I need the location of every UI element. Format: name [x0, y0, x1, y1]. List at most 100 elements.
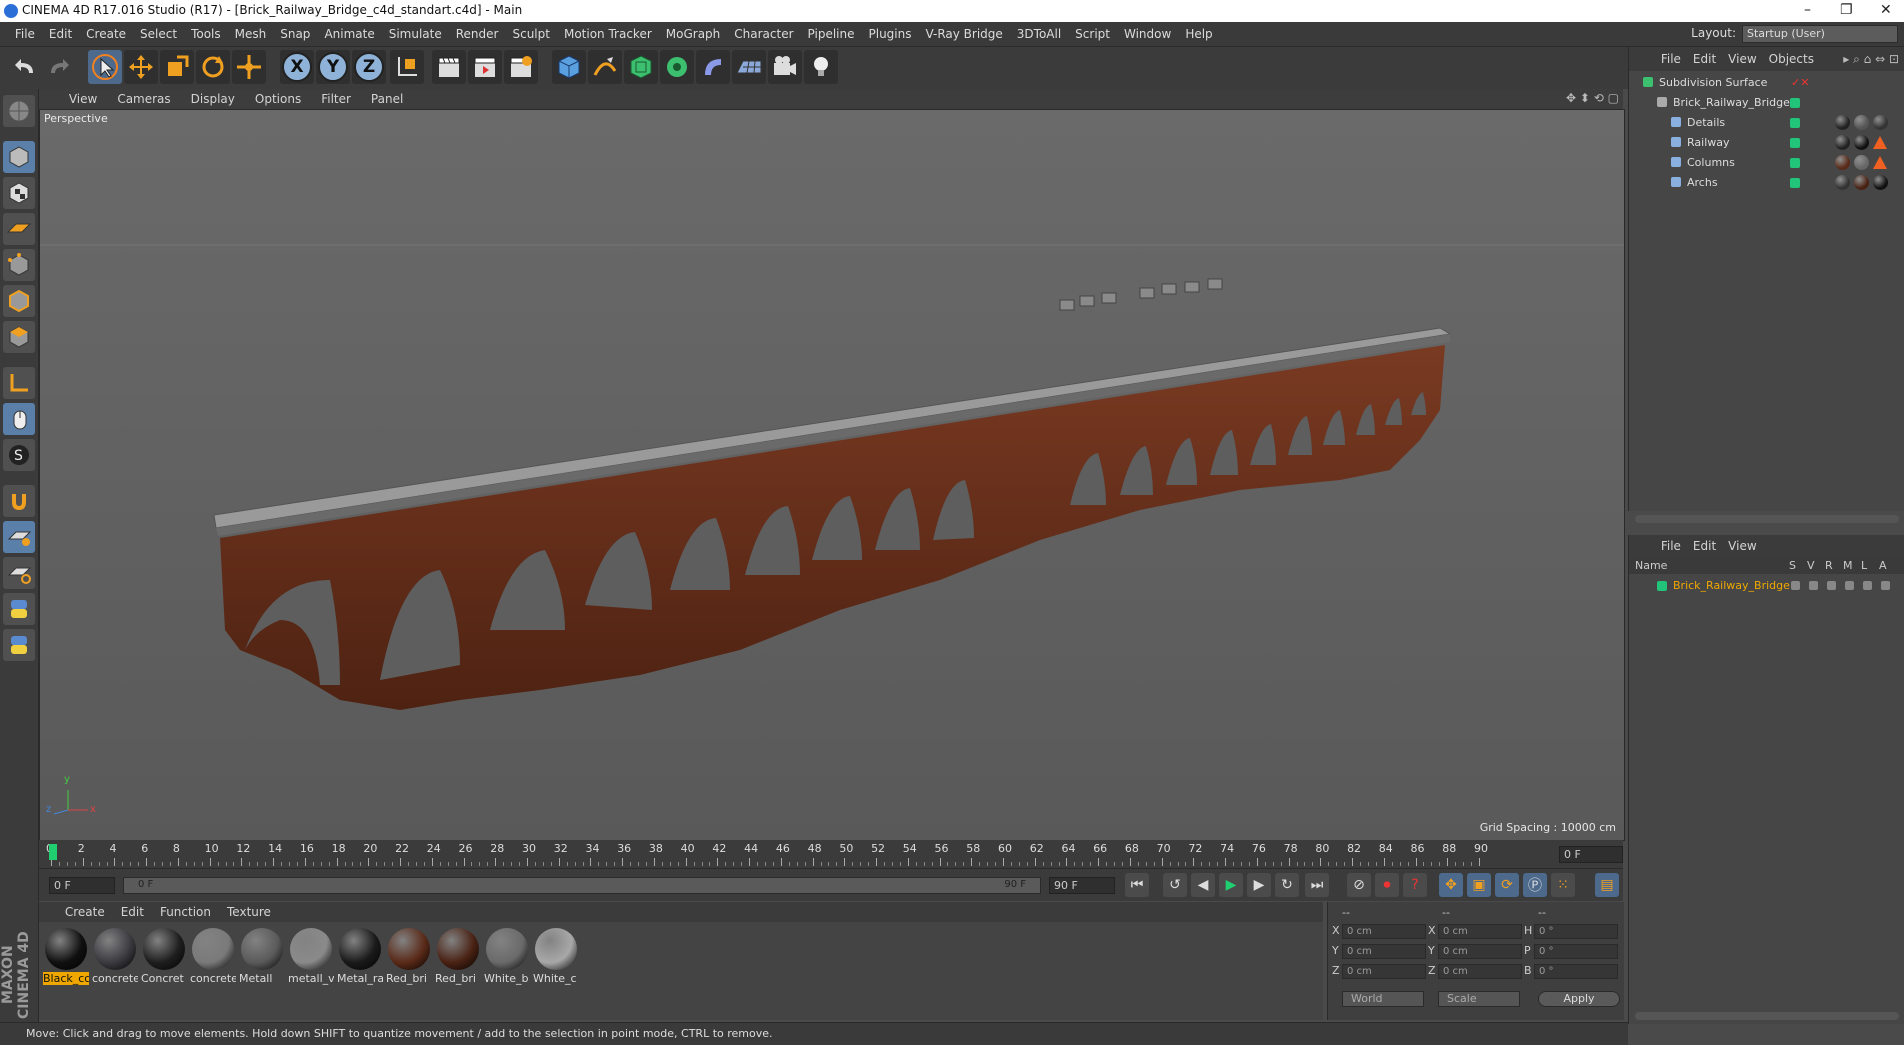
layer-toggle-icon[interactable] [1827, 581, 1836, 590]
material-swatch[interactable]: White_b [484, 926, 530, 986]
viewport-menu-display[interactable]: Display [181, 89, 245, 109]
layer-toggle-icon[interactable] [1809, 581, 1818, 590]
edges-mode-button[interactable] [3, 285, 35, 317]
material-swatch[interactable]: Metall [239, 926, 285, 986]
keyframe-selection-button[interactable]: ? [1403, 873, 1427, 897]
viewport-menu-view[interactable]: View [59, 89, 107, 109]
menu-script[interactable]: Script [1068, 22, 1117, 46]
key-pla-button[interactable]: ⁙ [1551, 873, 1575, 897]
menu-snap[interactable]: Snap [273, 22, 317, 46]
size-mode-dropdown[interactable]: Scale [1438, 991, 1520, 1007]
material-swatch[interactable]: Red_bri [435, 926, 481, 986]
next-frame-button[interactable]: ▶ [1247, 873, 1271, 897]
coord-pos-field[interactable]: 0 cm [1342, 964, 1426, 979]
perspective-viewport[interactable]: Perspective y z x Grid Spacing: 10000 c… [39, 109, 1625, 841]
layer-menu-view[interactable]: View [1722, 535, 1762, 557]
menu-tools[interactable]: Tools [184, 22, 228, 46]
x-axis-lock-button[interactable]: X [280, 50, 314, 84]
material-tag-icon[interactable] [1835, 155, 1850, 170]
object-visibility-icon[interactable] [1790, 138, 1800, 148]
viewport-menu-options[interactable]: Options [245, 89, 311, 109]
menu-edit[interactable]: Edit [42, 22, 79, 46]
menu-render[interactable]: Render [449, 22, 506, 46]
material-tag-icon[interactable] [1854, 115, 1869, 130]
y-axis-lock-button[interactable]: Y [316, 50, 350, 84]
menu-window[interactable]: Window [1117, 22, 1178, 46]
viewport-nav-icons[interactable]: ✥ ⬍ ⟲ ▢ [1566, 91, 1619, 105]
layer-toggle-icon[interactable] [1863, 581, 1872, 590]
timeline-window-button[interactable]: ▤ [1595, 873, 1619, 897]
menu-file[interactable]: File [8, 22, 42, 46]
object-menu-view[interactable]: View [1722, 47, 1762, 71]
move-tool-button[interactable] [124, 50, 158, 84]
preview-range-slider[interactable]: 0 F 90 F [123, 877, 1041, 894]
camera-button[interactable] [768, 50, 802, 84]
object-visibility-icon[interactable] [1790, 98, 1800, 108]
render-to-picture-viewer-button[interactable] [468, 50, 502, 84]
current-frame-field[interactable]: 0 F [1559, 846, 1623, 863]
subdivision-surface-button[interactable] [624, 50, 658, 84]
menu-help[interactable]: Help [1178, 22, 1219, 46]
z-axis-lock-button[interactable]: Z [352, 50, 386, 84]
material-swatch[interactable]: Red_bri [386, 926, 432, 986]
layer-row[interactable]: Brick_Railway_Bridge [1629, 576, 1904, 596]
object-visibility-icon[interactable] [1790, 158, 1800, 168]
menu-plugins[interactable]: Plugins [862, 22, 919, 46]
object-menu-edit[interactable]: Edit [1687, 47, 1722, 71]
object-row[interactable]: Subdivision Surface ✓✕ [1629, 73, 1904, 93]
rotate-tool-button[interactable] [196, 50, 230, 84]
coord-rot-field[interactable]: 0 ° [1534, 924, 1618, 939]
object-manager-tools-icons[interactable]: ▸ ⌕ ⌂ ⇔ ⊡ [1843, 47, 1899, 71]
previous-key-button[interactable]: ↺ [1163, 873, 1187, 897]
menu-animate[interactable]: Animate [317, 22, 381, 46]
material-menu-texture[interactable]: Texture [219, 902, 279, 922]
grid-snap-button[interactable] [3, 521, 35, 553]
material-swatch[interactable]: metall_v [288, 926, 334, 986]
apply-button[interactable]: Apply [1538, 991, 1620, 1007]
next-key-button[interactable]: ↻ [1275, 873, 1299, 897]
layer-toggle-icon[interactable] [1845, 581, 1854, 590]
key-parameter-button[interactable]: Ⓟ [1523, 873, 1547, 897]
texture-tag-icon[interactable] [1873, 136, 1887, 149]
workplane-mode-button[interactable] [3, 213, 35, 245]
coord-pos-field[interactable]: 0 cm [1342, 944, 1426, 959]
coord-rot-field[interactable]: 0 ° [1534, 944, 1618, 959]
layer-toggle-icon[interactable] [1791, 581, 1800, 590]
menu-character[interactable]: Character [727, 22, 800, 46]
restore-button[interactable]: ❐ [1840, 2, 1853, 18]
object-row[interactable]: Details [1629, 113, 1904, 133]
material-tag-icon[interactable] [1854, 135, 1869, 150]
go-to-end-button[interactable]: ⏭ [1305, 873, 1329, 897]
minimize-button[interactable]: – [1804, 2, 1811, 18]
material-tag-icon[interactable] [1835, 175, 1850, 190]
live-selection-button[interactable] [88, 50, 122, 84]
material-tag-icon[interactable] [1873, 115, 1888, 130]
cube-primitive-button[interactable] [552, 50, 586, 84]
layer-menu-edit[interactable]: Edit [1687, 535, 1722, 557]
coordinate-system-button[interactable] [390, 50, 424, 84]
polygons-mode-button[interactable] [3, 321, 35, 353]
key-position-button[interactable]: ✥ [1439, 873, 1463, 897]
floor-button[interactable] [732, 50, 766, 84]
layer-toggle-icon[interactable] [1881, 581, 1890, 590]
scale-tool-button[interactable] [160, 50, 194, 84]
start-frame-field[interactable]: 0 F [49, 877, 115, 894]
menu-pipeline[interactable]: Pipeline [801, 22, 862, 46]
texture-mode-button[interactable] [3, 177, 35, 209]
viewport-menu-panel[interactable]: Panel [361, 89, 413, 109]
solo-button[interactable]: S [3, 439, 35, 471]
material-swatch[interactable]: concrete [92, 926, 138, 986]
points-mode-button[interactable] [3, 249, 35, 281]
menu-3dtoall[interactable]: 3DToAll [1010, 22, 1068, 46]
render-view-button[interactable] [432, 50, 466, 84]
snap-button[interactable] [3, 485, 35, 517]
autokey-button[interactable]: ⏺ [1375, 873, 1399, 897]
menu-create[interactable]: Create [79, 22, 133, 46]
object-row[interactable]: Columns [1629, 153, 1904, 173]
object-menu-objects[interactable]: Objects [1763, 47, 1820, 71]
coord-size-field[interactable]: 0 cm [1438, 944, 1522, 959]
previous-frame-button[interactable]: ◀ [1191, 873, 1215, 897]
viewport-menu-cameras[interactable]: Cameras [107, 89, 180, 109]
deformer-button[interactable] [696, 50, 730, 84]
python-script-2-button[interactable] [3, 629, 35, 661]
